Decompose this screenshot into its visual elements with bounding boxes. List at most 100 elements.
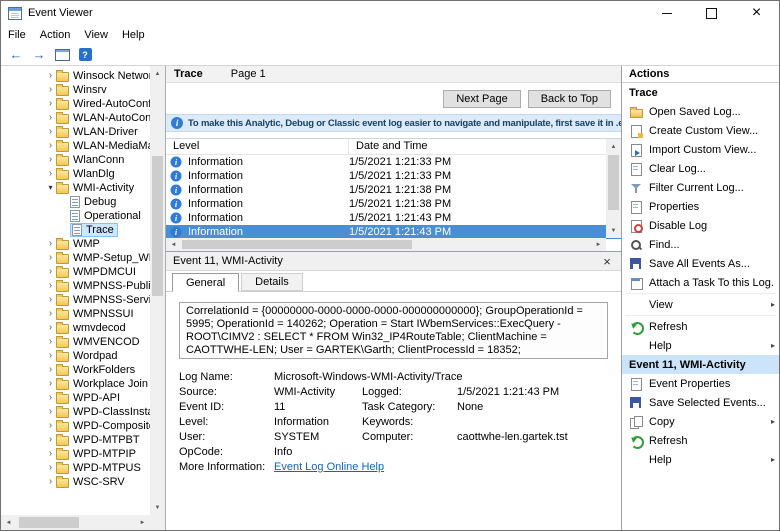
tree-item-wlan-driver[interactable]: WLAN-Driver — [1, 125, 150, 139]
tree-horizontal-scrollbar[interactable] — [1, 515, 150, 530]
scroll-right-icon[interactable] — [591, 238, 606, 251]
event-row[interactable]: Information1/5/2021 1:21:33 PM — [166, 169, 621, 183]
action-save-all-events-as[interactable]: Save All Events As... — [622, 254, 779, 273]
event-row-selected[interactable]: Information1/5/2021 1:21:43 PM — [166, 225, 621, 239]
event-log-online-help-link[interactable]: Event Log Online Help — [274, 461, 384, 473]
chevron-right-icon[interactable] — [45, 307, 56, 321]
forward-arrow-icon[interactable] — [29, 46, 49, 64]
chevron-right-icon[interactable] — [45, 447, 56, 461]
chevron-right-icon[interactable] — [45, 349, 56, 363]
scroll-down-icon[interactable] — [606, 223, 621, 238]
action-view[interactable]: View — [622, 295, 779, 314]
scroll-left-icon[interactable] — [166, 238, 181, 251]
action-event-properties[interactable]: Event Properties — [622, 374, 779, 393]
column-header-level[interactable]: Level — [166, 139, 349, 154]
event-row[interactable]: Information1/5/2021 1:21:43 PM — [166, 211, 621, 225]
maximize-button[interactable] — [689, 1, 734, 25]
chevron-right-icon[interactable] — [45, 475, 56, 489]
tree-item-wmvencod[interactable]: WMVENCOD — [1, 335, 150, 349]
show-console-tree-icon[interactable] — [52, 46, 72, 64]
action-filter-current-log[interactable]: Filter Current Log... — [622, 178, 779, 197]
tree-item-wired-autoconf[interactable]: Wired-AutoConf — [1, 97, 150, 111]
tree-item-wlandlg[interactable]: WlanDlg — [1, 167, 150, 181]
chevron-right-icon[interactable] — [45, 97, 56, 111]
back-arrow-icon[interactable] — [6, 46, 26, 64]
event-description-box[interactable]: CorrelationId = {00000000-0000-0000-0000… — [179, 302, 608, 359]
back-to-top-button[interactable]: Back to Top — [528, 90, 611, 108]
tab-general[interactable]: General — [172, 273, 239, 292]
tree-item-workfolders[interactable]: WorkFolders — [1, 363, 150, 377]
scrollbar-thumb[interactable] — [152, 156, 163, 296]
tree-item-wmp-setup-wm[interactable]: WMP-Setup_WM — [1, 251, 150, 265]
scroll-right-icon[interactable] — [135, 515, 150, 530]
tree-item-wpd-classinstal[interactable]: WPD-ClassInstal — [1, 405, 150, 419]
chevron-right-icon[interactable] — [45, 125, 56, 139]
event-list-vertical-scrollbar[interactable] — [606, 139, 621, 238]
minimize-button[interactable] — [644, 1, 689, 25]
close-button[interactable] — [734, 1, 779, 25]
chevron-right-icon[interactable] — [45, 405, 56, 419]
tree-item-wmp[interactable]: WMP — [1, 237, 150, 251]
tree-item-wlan-mediama[interactable]: WLAN-MediaMa — [1, 139, 150, 153]
menu-help[interactable]: Help — [115, 25, 152, 44]
tree-item-wpd-mtpus[interactable]: WPD-MTPUS — [1, 461, 150, 475]
action-refresh-2[interactable]: Refresh — [622, 431, 779, 450]
scroll-up-icon[interactable] — [606, 139, 621, 154]
action-properties[interactable]: Properties — [622, 197, 779, 216]
scroll-down-icon[interactable] — [150, 500, 165, 515]
chevron-right-icon[interactable] — [45, 69, 56, 83]
action-help[interactable]: Help — [622, 336, 779, 355]
chevron-right-icon[interactable] — [45, 111, 56, 125]
tree-item-wpd-mtpbt[interactable]: WPD-MTPBT — [1, 433, 150, 447]
scrollbar-thumb[interactable] — [19, 517, 79, 528]
chevron-right-icon[interactable] — [45, 321, 56, 335]
action-import-custom-view[interactable]: Import Custom View... — [622, 140, 779, 159]
chevron-right-icon[interactable] — [45, 377, 56, 391]
tree-item-wmpnss-public[interactable]: WMPNSS-Public — [1, 279, 150, 293]
scrollbar-thumb[interactable] — [608, 155, 619, 210]
column-header-datetime[interactable]: Date and Time — [349, 139, 611, 154]
event-list-horizontal-scrollbar[interactable] — [166, 238, 606, 251]
chevron-right-icon[interactable] — [45, 335, 56, 349]
tree-item-wmvdecod[interactable]: wmvdecod — [1, 321, 150, 335]
chevron-right-icon[interactable] — [45, 293, 56, 307]
tree-item-wlanconn[interactable]: WlanConn — [1, 153, 150, 167]
menu-action[interactable]: Action — [33, 25, 78, 44]
action-disable-log[interactable]: Disable Log — [622, 216, 779, 235]
tree-item-workplace-join[interactable]: Workplace Join — [1, 377, 150, 391]
next-page-button[interactable]: Next Page — [443, 90, 520, 108]
scrollbar-thumb[interactable] — [182, 240, 412, 249]
chevron-right-icon[interactable] — [45, 461, 56, 475]
chevron-right-icon[interactable] — [45, 391, 56, 405]
chevron-right-icon[interactable] — [45, 139, 56, 153]
tree-item-wlan-autoconf[interactable]: WLAN-AutoConf — [1, 111, 150, 125]
tree-item-wmi-activity[interactable]: WMI-Activity — [1, 181, 150, 195]
action-save-selected-events[interactable]: Save Selected Events... — [622, 393, 779, 412]
action-copy[interactable]: Copy — [622, 412, 779, 431]
chevron-right-icon[interactable] — [45, 433, 56, 447]
toolbar-help-button[interactable] — [75, 46, 95, 64]
chevron-right-icon[interactable] — [45, 265, 56, 279]
action-find[interactable]: Find... — [622, 235, 779, 254]
scroll-left-icon[interactable] — [1, 515, 16, 530]
tree-item-trace-selected[interactable]: Trace — [1, 223, 150, 237]
tree-item-debug[interactable]: Debug — [1, 195, 150, 209]
actions-group-trace-header[interactable]: Trace — [622, 83, 779, 102]
tree-item-wpd-composite[interactable]: WPD-Composite — [1, 419, 150, 433]
chevron-right-icon[interactable] — [45, 363, 56, 377]
tree-item-operational[interactable]: Operational — [1, 209, 150, 223]
actions-group-event-header[interactable]: Event 11, WMI-Activity — [622, 355, 779, 374]
chevron-right-icon[interactable] — [45, 83, 56, 97]
chevron-right-icon[interactable] — [45, 251, 56, 265]
tree-item-wordpad[interactable]: Wordpad — [1, 349, 150, 363]
tree-item-wmpnss-servic[interactable]: WMPNSS-Servic — [1, 293, 150, 307]
chevron-right-icon[interactable] — [45, 153, 56, 167]
tab-details[interactable]: Details — [241, 273, 303, 291]
event-row[interactable]: Information1/5/2021 1:21:38 PM — [166, 183, 621, 197]
chevron-down-icon[interactable] — [45, 181, 56, 195]
tree-item-wpd-mtpip[interactable]: WPD-MTPIP — [1, 447, 150, 461]
action-help-2[interactable]: Help — [622, 450, 779, 469]
tree-item-winsock-networ[interactable]: Winsock Networ — [1, 69, 150, 83]
tree-vertical-scrollbar[interactable] — [150, 66, 165, 515]
event-row[interactable]: Information1/5/2021 1:21:38 PM — [166, 197, 621, 211]
